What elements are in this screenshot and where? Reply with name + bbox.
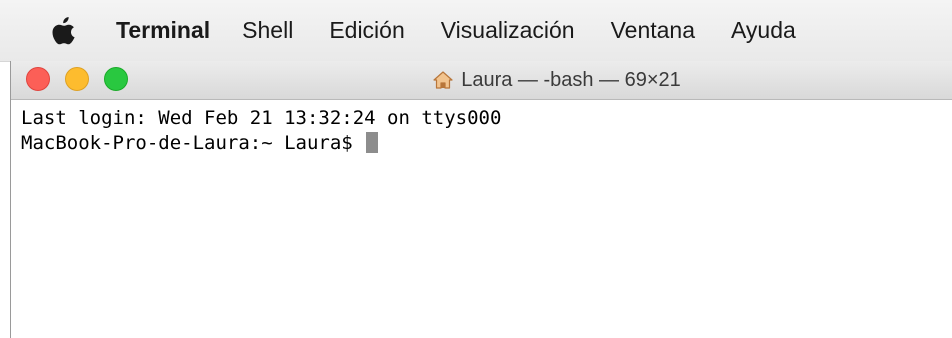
menu-ayuda[interactable]: Ayuda <box>731 17 796 44</box>
terminal-content[interactable]: Last login: Wed Feb 21 13:32:24 on ttys0… <box>11 100 952 156</box>
menu-bar: Terminal Shell Edición Visualización Ven… <box>0 0 952 62</box>
menu-terminal[interactable]: Terminal <box>116 17 210 44</box>
login-line: Last login: Wed Feb 21 13:32:24 on ttys0… <box>21 107 502 129</box>
window-title-text: Laura — -bash — 69×21 <box>461 68 681 91</box>
menu-shell[interactable]: Shell <box>242 17 293 44</box>
screen: Terminal Shell Edición Visualización Ven… <box>0 0 952 338</box>
window-titlebar[interactable]: Laura — -bash — 69×21 <box>11 61 952 100</box>
menu-edicion[interactable]: Edición <box>329 17 404 44</box>
home-icon <box>433 70 453 90</box>
text-cursor <box>366 132 379 153</box>
menu-ventana[interactable]: Ventana <box>611 17 695 44</box>
apple-icon[interactable] <box>52 16 76 45</box>
terminal-window: Laura — -bash — 69×21 Last login: Wed Fe… <box>10 61 952 338</box>
menu-visualizacion[interactable]: Visualización <box>441 17 575 44</box>
prompt-line: MacBook-Pro-de-Laura:~ Laura$ <box>21 131 952 156</box>
prompt-text: MacBook-Pro-de-Laura:~ Laura$ <box>21 132 365 154</box>
window-title: Laura — -bash — 69×21 <box>11 61 952 99</box>
